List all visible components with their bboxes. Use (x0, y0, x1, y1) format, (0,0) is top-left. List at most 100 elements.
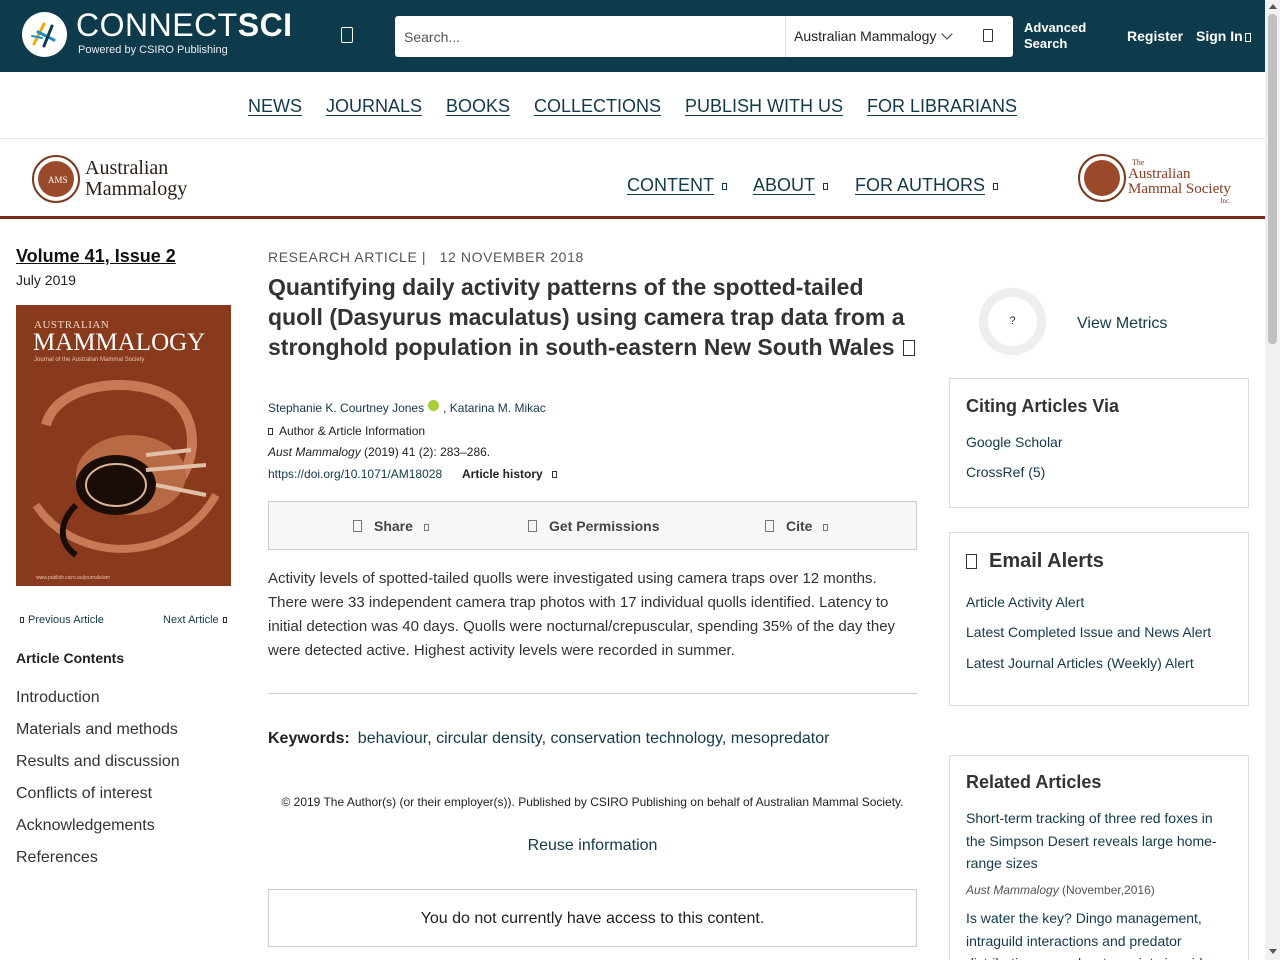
nav-news[interactable]: NEWS (248, 96, 302, 117)
related-articles-panel: Related Articles Short-term tracking of … (949, 755, 1249, 960)
altmetric-score[interactable]: ? (997, 306, 1028, 337)
abstract-text: Activity levels of spotted-tailed quolls… (268, 570, 896, 659)
journal-header: AMS Australian Mammalogy CONTENT ABOUT FO… (0, 139, 1265, 219)
advanced-search-link[interactable]: Advanced Search (1024, 20, 1094, 52)
brand-subtitle: Powered by CSIRO Publishing (78, 44, 228, 56)
alert-link[interactable]: Latest Journal Articles (Weekly) Alert (966, 655, 1194, 671)
related-article-link[interactable]: Is water the key? Dingo management, intr… (966, 907, 1226, 960)
journal-name[interactable]: Australian Mammalogy (85, 158, 187, 200)
chevron-right-icon (222, 617, 227, 624)
journal-logo-icon[interactable]: AMS (32, 155, 80, 203)
next-article-label[interactable]: Next Article (163, 614, 219, 626)
previous-article-label[interactable]: Previous Article (28, 614, 104, 626)
article-type: RESEARCH ARTICLE | 12 NOVEMBER 2018 (268, 249, 584, 265)
get-permissions-button[interactable]: Get Permissions (528, 518, 660, 534)
nav-publish-with-us[interactable]: PUBLISH WITH US (685, 96, 843, 117)
toc-item-references[interactable]: References (16, 849, 98, 867)
chevron-down-icon (551, 471, 557, 478)
dropdown-icon (722, 182, 727, 190)
crossref-link[interactable]: CrossRef (5) (966, 464, 1045, 480)
quote-icon (765, 520, 774, 532)
page-scrollbar[interactable] (1265, 0, 1280, 960)
society-logo-badge (1084, 160, 1120, 196)
article-contents-heading: Article Contents (16, 650, 125, 666)
journal-nav-content[interactable]: CONTENT (627, 175, 727, 196)
bell-icon (966, 554, 977, 569)
keyword-link[interactable]: behaviour (358, 730, 427, 747)
brand-name[interactable]: CONNECTSCI (76, 7, 293, 44)
panel-heading: Email Alerts (966, 550, 1104, 573)
panel-heading: Related Articles (966, 772, 1102, 792)
doi-link[interactable]: https://doi.org/10.1071/AM18028 (268, 467, 442, 481)
author-link[interactable]: Stephanie K. Courtney Jones (268, 401, 424, 415)
toc-item-materials-and-methods[interactable]: Materials and methods (16, 721, 178, 739)
scroll-thumb[interactable] (1268, 14, 1277, 344)
keyword-link[interactable]: circular density (436, 730, 542, 747)
scroll-up-icon[interactable] (1269, 4, 1277, 9)
issue-date: July 2019 (16, 272, 76, 288)
keywords: Keywords: behaviour, circular density, co… (268, 730, 830, 747)
divider (268, 693, 917, 694)
society-logo-icon[interactable] (1078, 154, 1126, 202)
share-icon (353, 520, 362, 532)
cover-url: www.publish.csiro.au/journals/am (36, 575, 110, 581)
search-divider (785, 16, 786, 57)
citation-line: Aust Mammalogy (2019) 41 (2): 283–286. (268, 445, 491, 459)
keyword-link[interactable]: mesopredator (731, 730, 830, 747)
nav-for-librarians[interactable]: FOR LIBRARIANS (867, 96, 1017, 117)
cite-button[interactable]: Cite (765, 518, 829, 534)
dropdown-icon (823, 182, 829, 190)
panel-heading: Citing Articles Via (966, 396, 1120, 416)
orcid-icon[interactable] (428, 400, 440, 411)
chevron-down-icon (423, 524, 429, 531)
chevron-right-icon (268, 428, 273, 435)
society-name[interactable]: The Australian Mammal Society Inc. (1128, 159, 1231, 206)
toc-item-acknowledgements[interactable]: Acknowledgements (16, 817, 155, 835)
article-history-toggle[interactable]: Article history (462, 467, 557, 481)
nav-journals[interactable]: JOURNALS (326, 96, 422, 117)
search-icon[interactable] (983, 29, 993, 42)
related-article-meta: Aust Mammalogy (November,2016) (966, 883, 1155, 897)
journal-logo-badge: AMS (38, 161, 74, 197)
alert-link[interactable]: Latest Completed Issue and News Alert (966, 624, 1211, 640)
search-input[interactable] (395, 16, 785, 57)
cover-artwork-icon (32, 380, 220, 558)
journal-nav-about[interactable]: ABOUT (753, 175, 829, 196)
permissions-icon (528, 520, 537, 532)
search-bar: Australian Mammalogy (395, 16, 1013, 57)
toc-item-results-and-discussion[interactable]: Results and discussion (16, 753, 180, 771)
dropdown-icon (993, 182, 999, 190)
search-scope-select[interactable]: Australian Mammalogy (794, 28, 936, 44)
view-metrics-link[interactable]: View Metrics (1077, 315, 1167, 333)
sign-in-link[interactable]: Sign In (1196, 28, 1251, 44)
menu-icon[interactable] (341, 27, 353, 43)
issue-title-link[interactable]: Volume 41, Issue 2 (16, 246, 176, 267)
chevron-down-icon (823, 524, 829, 531)
main-nav: NEWS JOURNALS BOOKS COLLECTIONS PUBLISH … (0, 72, 1265, 139)
author-link[interactable]: Katarina M. Mikac (450, 401, 546, 415)
reuse-information-link[interactable]: Reuse information (268, 837, 917, 855)
scroll-down-icon[interactable] (1269, 949, 1277, 954)
author-article-info-toggle[interactable]: Author & Article Information (268, 424, 425, 438)
journal-logo-letters: AMS (48, 175, 68, 185)
chevron-left-icon (20, 617, 24, 624)
share-button[interactable]: Share (353, 518, 429, 534)
nav-books[interactable]: BOOKS (446, 96, 510, 117)
alert-link[interactable]: Article Activity Alert (966, 594, 1084, 610)
toc-item-conflicts-of-interest[interactable]: Conflicts of interest (16, 785, 152, 803)
access-notice: You do not currently have access to this… (268, 889, 917, 947)
google-scholar-link[interactable]: Google Scholar (966, 434, 1063, 450)
bookmark-icon[interactable] (902, 340, 915, 356)
previous-article-link[interactable]: Previous Article (16, 614, 104, 626)
article-date: 12 NOVEMBER 2018 (439, 249, 584, 265)
related-article-link[interactable]: Short-term tracking of three red foxes i… (966, 807, 1226, 875)
chevron-down-icon[interactable] (941, 28, 953, 40)
next-article-link[interactable]: Next Article (163, 614, 231, 626)
nav-collections[interactable]: COLLECTIONS (534, 96, 661, 117)
journal-nav-for-authors[interactable]: FOR AUTHORS (855, 175, 999, 196)
register-link[interactable]: Register (1127, 28, 1183, 44)
connectsci-logo-icon[interactable] (22, 12, 67, 57)
issue-cover-image[interactable]: AUSTRALIAN MAMMALOGY Journal of the Aust… (16, 305, 231, 586)
toc-item-introduction[interactable]: Introduction (16, 689, 100, 707)
keyword-link[interactable]: conservation technology (550, 730, 721, 747)
